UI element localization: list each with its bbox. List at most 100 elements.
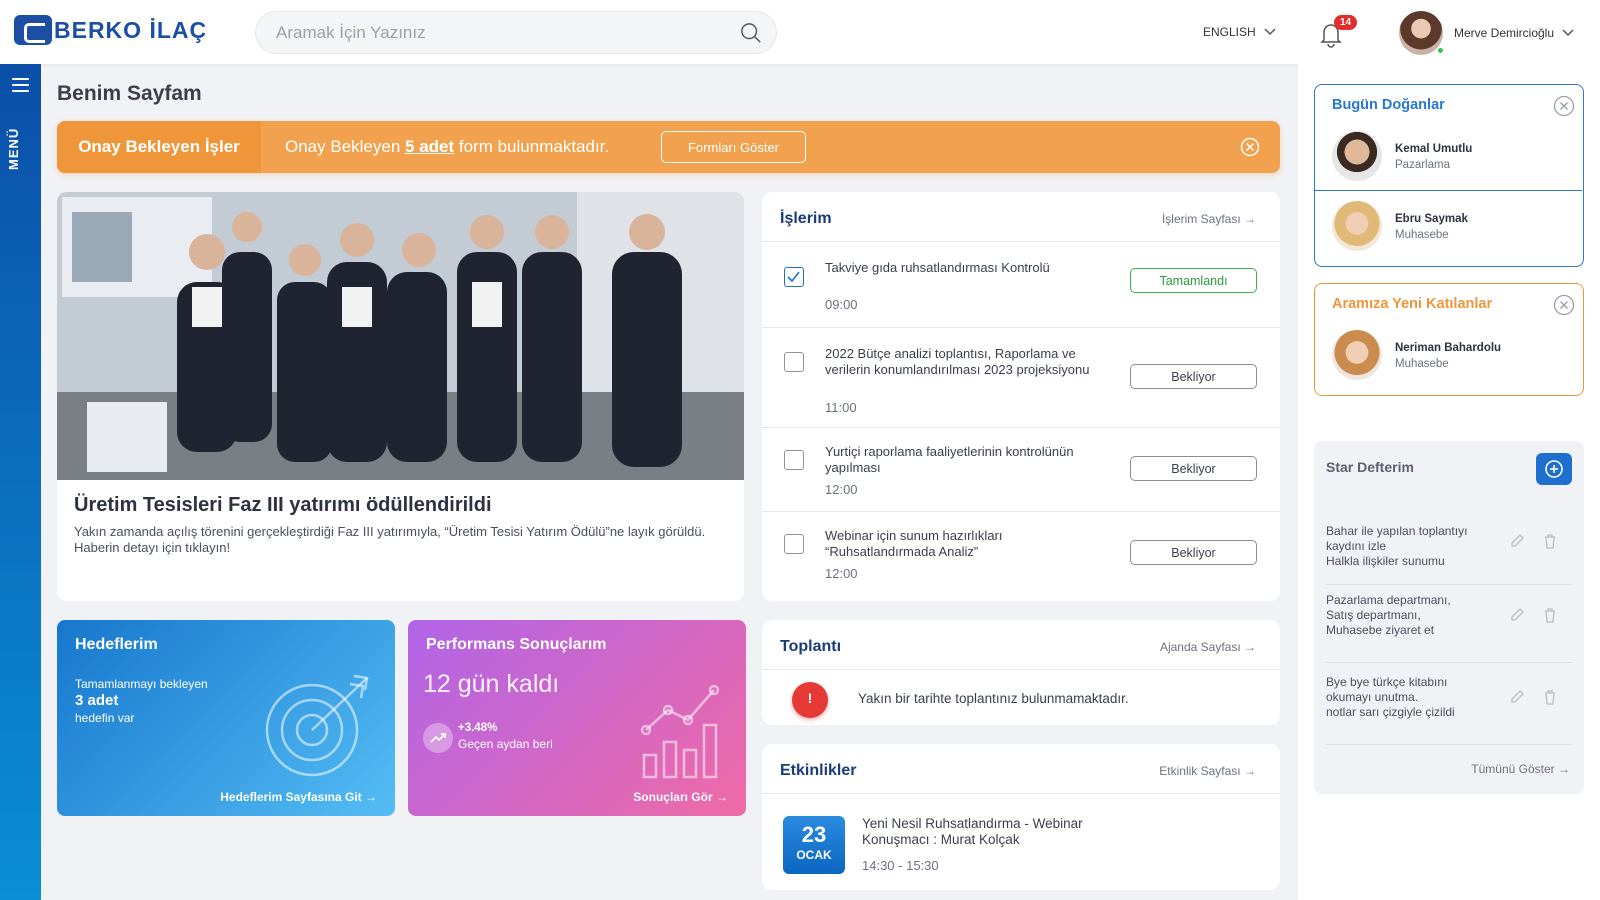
plus-circle-icon <box>1545 460 1563 478</box>
note-text: Bahar ile yapılan toplantıyı kaydını izl… <box>1326 524 1468 568</box>
task-time: 09:00 <box>825 297 858 312</box>
approval-label: Onay Bekleyen İşler <box>57 121 261 173</box>
brand-name: BERKO İLAÇ <box>54 16 208 43</box>
person-item[interactable]: Neriman Bahardolu Muhasebe <box>1315 320 1582 390</box>
event-month: OCAK <box>796 848 832 862</box>
event-hours: 14:30 - 15:30 <box>862 858 939 873</box>
target-icon <box>265 674 369 777</box>
change-percent: +3.48% <box>458 722 498 734</box>
show-forms-button[interactable]: Formları Göster <box>661 131 806 163</box>
event-details[interactable]: Yeni Nesil Ruhsatlandırma - Webinar Konu… <box>862 816 1083 848</box>
agenda-page-link[interactable]: Ajanda Sayfası → <box>1160 640 1256 654</box>
goals-line3: hedefin var <box>75 711 135 725</box>
goals-title: Hedeflerim <box>75 636 158 653</box>
events-header: Etkinlikler Etkinlik Sayfası → <box>762 744 1280 794</box>
show-all-notes-link[interactable]: Tümünü Göster → <box>1471 762 1570 776</box>
birthdays-card: Bugün Doğanlar Kemal Umutlu Pazarlama Eb… <box>1314 84 1584 267</box>
search-box <box>255 11 777 54</box>
news-title[interactable]: Üretim Tesisleri Faz III yatırımı ödülle… <box>74 494 492 517</box>
close-icon[interactable] <box>1553 95 1575 117</box>
person-item[interactable]: Ebru Saymak Muhasebe <box>1315 191 1582 261</box>
change-since: Geçen aydan beri <box>458 737 553 751</box>
note-item[interactable]: Bye bye türkçe kitabını okumayı unutma. … <box>1326 675 1572 745</box>
bar-chart-icon <box>640 684 720 779</box>
task-status[interactable]: Bekliyor <box>1130 456 1257 481</box>
task-row[interactable]: Yurtiçi raporlama faaliyetlerinin kontro… <box>762 428 1280 512</box>
avatar <box>1332 330 1382 380</box>
person-item[interactable]: Kemal Umutlu Pazarlama <box>1315 121 1582 191</box>
events-title: Etkinlikler <box>780 762 857 779</box>
logo-mark-icon <box>14 15 52 45</box>
add-note-button[interactable] <box>1536 453 1572 485</box>
task-checkbox[interactable] <box>784 267 804 287</box>
tasks-page-link[interactable]: İşlerim Sayfası → <box>1162 212 1256 226</box>
task-title: Yurtiçi raporlama faaliyetlerinin kontro… <box>825 444 1074 475</box>
task-status[interactable]: Bekliyor <box>1130 364 1257 389</box>
person-dept: Muhasebe <box>1395 229 1449 241</box>
task-checkbox[interactable] <box>784 352 804 372</box>
language-selector[interactable]: ENGLISH <box>1203 25 1276 39</box>
user-menu[interactable]: Merve Demircioğlu <box>1454 26 1574 40</box>
edit-icon[interactable] <box>1509 607 1525 623</box>
event-name: Yeni Nesil Ruhsatlandırma - Webinar <box>862 816 1083 831</box>
check-icon <box>787 271 800 283</box>
note-item[interactable]: Bahar ile yapılan toplantıyı kaydını izl… <box>1326 524 1572 585</box>
trash-icon[interactable] <box>1542 607 1558 623</box>
task-checkbox[interactable] <box>784 534 804 554</box>
task-checkbox[interactable] <box>784 450 804 470</box>
approval-count[interactable]: 5 adet <box>405 137 454 156</box>
tasks-title: İşlerim <box>780 210 832 227</box>
person-dept: Muhasebe <box>1395 358 1449 370</box>
task-title: Webinar için sunum hazırlıkları “Ruhsatl… <box>825 528 1003 559</box>
goals-page-link[interactable]: Hedeflerim Sayfasına Git → <box>220 790 377 804</box>
goals-line1: Tamamlanmayı bekleyen <box>75 677 208 691</box>
event-date: 23 OCAK <box>783 816 845 874</box>
chevron-down-icon <box>1264 28 1276 36</box>
edit-icon[interactable] <box>1509 533 1525 549</box>
language-label: ENGLISH <box>1203 25 1256 39</box>
note-text: Pazarlama departmanı, Satış departmanı, … <box>1326 593 1451 637</box>
person-name: Neriman Bahardolu <box>1395 342 1502 354</box>
edit-icon[interactable] <box>1509 689 1525 705</box>
task-row[interactable]: 2022 Bütçe analizi toplantısı, Raporlama… <box>762 328 1280 428</box>
search-input[interactable] <box>276 12 716 53</box>
tasks-header: İşlerim İşlerim Sayfası → <box>762 192 1280 242</box>
events-page-link[interactable]: Etkinlik Sayfası → <box>1159 764 1256 778</box>
days-left: 12 gün kaldı <box>423 670 560 698</box>
task-time: 11:00 <box>825 400 857 415</box>
newcomers-title: Aramıza Yeni Katılanlar <box>1332 296 1493 312</box>
note-item[interactable]: Pazarlama departmanı, Satış departmanı, … <box>1326 593 1572 663</box>
trending-up-icon <box>423 723 453 753</box>
news-text: Yakın zamanda açılış törenini gerçekleşt… <box>74 524 706 555</box>
results-link[interactable]: Sonuçları Gör → <box>633 790 728 804</box>
news-photo[interactable] <box>57 192 744 480</box>
trash-icon[interactable] <box>1542 533 1558 549</box>
task-status[interactable]: Tamamlandı <box>1130 268 1257 293</box>
birthdays-title: Bugün Doğanlar <box>1332 97 1445 113</box>
close-icon[interactable] <box>1240 137 1260 157</box>
task-row[interactable]: Takviye gıda ruhsatlandırması Kontrolü 0… <box>762 242 1280 328</box>
goals-card[interactable]: Hedeflerim Tamamlanmayı bekleyen 3 adet … <box>57 620 395 816</box>
chevron-down-icon <box>1562 29 1574 37</box>
task-row[interactable]: Webinar için sunum hazırlıkları “Ruhsatl… <box>762 512 1280 601</box>
task-status[interactable]: Bekliyor <box>1130 540 1257 565</box>
news-carousel[interactable]: Üretim Tesisleri Faz III yatırımı ödülle… <box>57 192 744 601</box>
side-menu[interactable]: MENÜ <box>0 64 41 900</box>
hamburger-icon[interactable] <box>12 78 29 96</box>
task-title: Takviye gıda ruhsatlandırması Kontrolü <box>825 260 1050 275</box>
task-time: 12:00 <box>825 566 858 581</box>
performance-card[interactable]: Performans Sonuçlarım 12 gün kaldı +3.48… <box>408 620 746 816</box>
search-icon[interactable] <box>740 22 762 44</box>
menu-label: MENÜ <box>6 127 21 170</box>
avatar <box>1332 201 1382 251</box>
event-speaker: Konuşmacı : Murat Kolçak <box>862 832 1020 847</box>
warning-icon <box>792 682 828 718</box>
meeting-message: Yakın bir tarihte toplantınız bulunmamak… <box>858 691 1129 706</box>
brand-logo[interactable]: BERKO İLAÇ <box>14 13 207 47</box>
person-name: Kemal Umutlu <box>1395 143 1473 155</box>
person-name: Ebru Saymak <box>1395 213 1468 225</box>
event-day: 23 <box>801 822 827 847</box>
trash-icon[interactable] <box>1542 689 1558 705</box>
task-time: 12:00 <box>825 482 858 497</box>
close-icon[interactable] <box>1553 294 1575 316</box>
